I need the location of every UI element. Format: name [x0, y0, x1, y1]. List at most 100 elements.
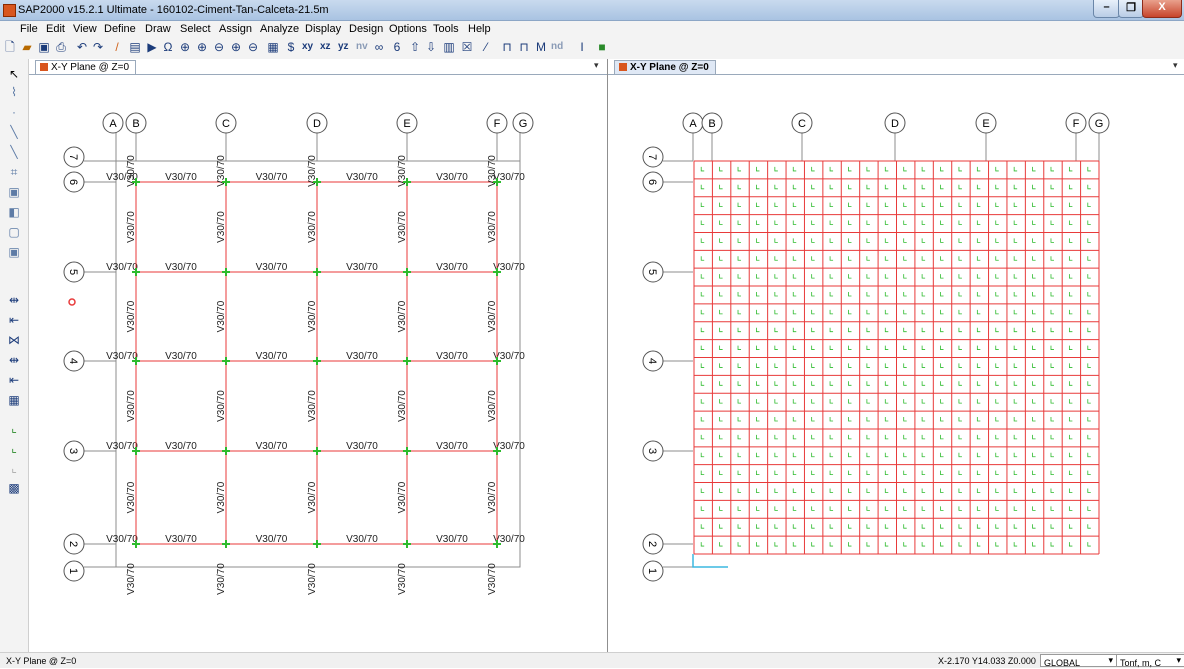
area-local-axis-marker	[903, 202, 907, 208]
draw-brace-icon[interactable]: ▣	[7, 185, 21, 199]
display-options-icon[interactable]: ▥	[442, 40, 456, 54]
select-all-icon[interactable]: ⇹	[7, 293, 21, 307]
snap-points-icon[interactable]: ⌞	[7, 441, 21, 455]
draw-area-icon[interactable]: ■	[595, 40, 609, 54]
area-local-axis-marker	[866, 256, 870, 261]
menu-view[interactable]: View	[73, 23, 97, 35]
open-icon[interactable]: ▰	[20, 40, 34, 54]
menu-options[interactable]: Options	[389, 23, 427, 35]
zoom-fit-icon[interactable]: ⊖	[246, 40, 260, 54]
snap-ends-icon[interactable]: ⇤	[7, 373, 21, 387]
tab-left-xy-plane[interactable]: X-Y Plane @ Z=0	[35, 60, 137, 74]
area-local-axis-marker	[1032, 291, 1036, 297]
quick-frame-icon[interactable]: ⊓	[500, 40, 514, 54]
right-mesh-drawing[interactable]: A B C D E F G 7 6 5 4 3 2 1	[608, 74, 1184, 652]
menu-help[interactable]: Help	[468, 23, 491, 35]
draw-frame-icon[interactable]: ⊓	[517, 40, 531, 54]
area-local-axis-marker	[792, 524, 797, 529]
reshaper-icon[interactable]: ⌇	[7, 85, 21, 99]
move-down-icon[interactable]: ⇩	[424, 40, 438, 54]
area-local-axis-marker	[884, 327, 889, 333]
run-analysis-icon[interactable]: ▶	[145, 40, 159, 54]
area-local-axis-marker	[811, 381, 815, 386]
show-deformed-icon[interactable]: ⁄	[479, 40, 493, 54]
intersecting-line-icon[interactable]: ⇹	[7, 353, 21, 367]
right-view-pane[interactable]: X-Y Plane @ Z=0 ▾ AB C D E F G 7 6 5 4 3 2 1	[608, 59, 1184, 652]
left-plan-drawing[interactable]: A B C D E F G 7 6 5 4 3 2 1 V30/70 V30/70 V30/70 V30/70 V3…	[29, 74, 607, 652]
pan-icon[interactable]: ⊕	[229, 40, 243, 54]
snap-perpendicular-icon[interactable]: ▩	[7, 481, 21, 495]
redo-icon[interactable]: ↷	[91, 40, 105, 54]
area-local-axis-marker	[940, 524, 944, 529]
draw-cable-icon[interactable]: ╲	[7, 145, 21, 159]
new-model-icon[interactable]: 🗋	[3, 40, 17, 54]
xy-view-button[interactable]: xy	[302, 41, 313, 52]
tab-right-xy-plane[interactable]: X-Y Plane @ Z=0	[614, 60, 716, 74]
maximize-button[interactable]: ❐	[1118, 0, 1144, 18]
area-local-axis-marker	[1050, 381, 1054, 386]
menu-file[interactable]: File	[20, 23, 38, 35]
yz-view-button[interactable]: yz	[338, 41, 349, 52]
menu-select[interactable]: Select	[180, 23, 211, 35]
clear-selection-icon[interactable]: ⋈	[7, 333, 21, 347]
draw-rect-area-icon[interactable]: ▢	[7, 225, 21, 239]
coordinate-system-select[interactable]: GLOBAL ▾	[1040, 654, 1117, 668]
nv-view-button[interactable]: nv	[356, 41, 368, 52]
perspective-icon[interactable]: 6	[390, 40, 404, 54]
draw-section-cut-icon[interactable]: M	[534, 40, 548, 54]
menu-assign[interactable]: Assign	[219, 23, 252, 35]
zoom-out-icon[interactable]: ⊖	[212, 40, 226, 54]
draw-frame-line-icon[interactable]: ╲	[7, 125, 21, 139]
menu-draw[interactable]: Draw	[145, 23, 171, 35]
close-button[interactable]: X	[1142, 0, 1182, 18]
area-local-axis-marker	[756, 327, 760, 333]
quick-draw-area-icon[interactable]: ▣	[7, 245, 21, 259]
draw-special-joint-icon[interactable]: I	[575, 40, 589, 54]
area-local-axis-marker	[774, 470, 778, 476]
minimize-icon: –	[1103, 1, 1110, 13]
sap2000-app-icon[interactable]	[3, 4, 16, 17]
snap-grid-icon[interactable]: ▦	[7, 393, 21, 407]
quick-draw-frame-icon[interactable]: ⌗	[7, 165, 21, 179]
snap-joints-icon[interactable]: ⌞	[7, 421, 21, 435]
get-previous-selection-icon[interactable]: ⇤	[7, 313, 21, 327]
area-local-axis-marker	[1087, 309, 1091, 315]
units-select[interactable]: Tonf, m, C ▾	[1116, 654, 1184, 668]
save-icon[interactable]: ▣	[37, 40, 51, 54]
area-local-axis-marker	[1050, 184, 1054, 190]
menu-edit[interactable]: Edit	[46, 23, 65, 35]
area-local-axis-marker	[940, 470, 944, 476]
zoom-in-icon[interactable]: ⊕	[195, 40, 209, 54]
beam-label: V30/70	[126, 390, 137, 422]
xz-view-button[interactable]: xz	[320, 41, 331, 52]
draw-poly-area-icon[interactable]: ◧	[7, 205, 21, 219]
print-icon[interactable]: ⎙	[54, 40, 68, 54]
menu-tools[interactable]: Tools	[433, 23, 459, 35]
pane-dropdown-icon[interactable]: ▾	[1173, 60, 1178, 71]
show-undeformed-icon[interactable]: ☒	[460, 40, 474, 54]
menu-display[interactable]: Display	[305, 23, 341, 35]
area-local-axis-marker	[792, 291, 797, 297]
area-local-axis-marker	[940, 345, 944, 350]
3d-view-icon[interactable]: ▦	[266, 40, 280, 54]
draw-joint-icon[interactable]: ·	[7, 105, 21, 119]
nd-button[interactable]: nd	[551, 41, 563, 52]
pointer-icon[interactable]: ↖	[7, 67, 21, 81]
set-3d-view-icon[interactable]: $	[284, 40, 298, 54]
minimize-button[interactable]: –	[1093, 0, 1120, 18]
area-local-axis-marker	[903, 452, 907, 458]
snap-intersections-icon[interactable]: ⌞	[7, 461, 21, 475]
menu-design[interactable]: Design	[349, 23, 383, 35]
menu-define[interactable]: Define	[104, 23, 136, 35]
rotate-view-icon[interactable]: ∞	[372, 40, 386, 54]
left-view-pane[interactable]: X-Y Plane @ Z=0 ▾ A B C D E F G 7 6 5 4 3 2 1 V30/70 V3…	[29, 59, 607, 652]
rubber-band-zoom-icon[interactable]: Ω	[161, 40, 175, 54]
menu-analyze[interactable]: Analyze	[260, 23, 299, 35]
pane-dropdown-icon[interactable]: ▾	[594, 60, 599, 71]
refresh-pencil-icon[interactable]: /	[110, 40, 124, 54]
undo-icon[interactable]: ↶	[75, 40, 89, 54]
move-up-icon[interactable]: ⇧	[408, 40, 422, 54]
grid-bubble-5-label: 5	[646, 269, 658, 275]
zoom-restore-icon[interactable]: ⊕	[178, 40, 192, 54]
lock-model-icon[interactable]: ▤	[128, 40, 142, 54]
